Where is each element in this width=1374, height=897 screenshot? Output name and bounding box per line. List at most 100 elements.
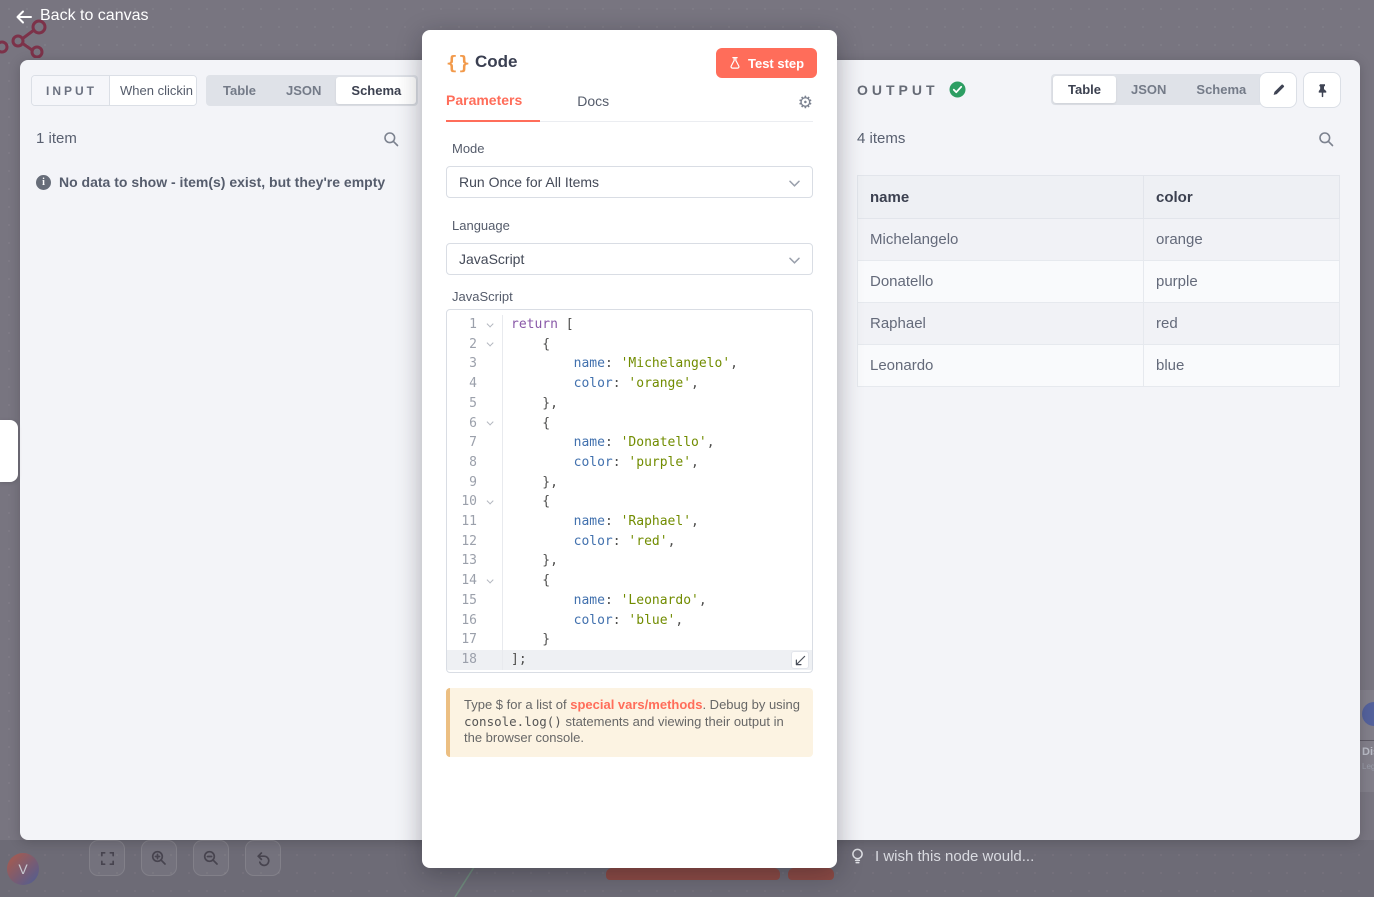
code-line-content: color: 'blue', (503, 611, 683, 631)
modal-tab-docs[interactable]: Docs (577, 92, 609, 121)
modal-tab-parameters[interactable]: Parameters (446, 92, 540, 122)
code-editor[interactable]: 1return [2 {3 name: 'Michelangelo',4 col… (446, 309, 813, 673)
code-line[interactable]: 3 name: 'Michelangelo', (447, 354, 812, 374)
edit-output-button[interactable] (1259, 72, 1297, 108)
code-line[interactable]: 2 { (447, 335, 812, 355)
code-line[interactable]: 8 color: 'purple', (447, 453, 812, 473)
test-step-button[interactable]: Test step (716, 48, 817, 78)
fold-chevron-icon (477, 630, 501, 650)
fold-chevron-icon (477, 532, 501, 552)
code-line-content: { (503, 492, 550, 512)
divider (1360, 740, 1374, 741)
success-check-icon (949, 81, 966, 98)
code-line[interactable]: 6 { (447, 414, 812, 434)
editor-resize-icon[interactable] (791, 651, 809, 669)
tab-schema[interactable]: Schema (1181, 76, 1261, 103)
code-line-content: }, (503, 473, 558, 493)
fold-chevron-icon (477, 591, 501, 611)
code-line[interactable]: 14 { (447, 571, 812, 591)
line-number: 13 (447, 551, 477, 571)
table-row[interactable]: Michelangeloorange (858, 219, 1340, 261)
table-row[interactable]: Donatellopurple (858, 261, 1340, 303)
code-line-content: }, (503, 394, 558, 414)
line-number: 4 (447, 374, 477, 394)
back-to-canvas-button[interactable] (12, 8, 36, 28)
tab-table[interactable]: Table (208, 77, 271, 104)
zoom-in-button[interactable] (141, 840, 177, 876)
code-line[interactable]: 7 name: 'Donatello', (447, 433, 812, 453)
code-line[interactable]: 9 }, (447, 473, 812, 493)
input-source-select[interactable]: INPUT When clickin (31, 75, 197, 106)
lightbulb-icon (850, 848, 865, 865)
pin-icon (1315, 82, 1330, 99)
code-line-content: { (503, 335, 550, 355)
code-line[interactable]: 12 color: 'red', (447, 532, 812, 552)
code-line[interactable]: 11 name: 'Raphael', (447, 512, 812, 532)
input-empty-message: No data to show - item(s) exist, but the… (59, 174, 385, 190)
hint-code: console.log() (464, 714, 562, 729)
code-line-content: name: 'Leonardo', (503, 591, 707, 611)
fold-chevron-icon[interactable] (477, 571, 501, 591)
line-number: 1 (447, 315, 477, 335)
line-number: 12 (447, 532, 477, 552)
fold-chevron-icon[interactable] (477, 414, 501, 434)
code-node-modal: {} Code Test step ParametersDocs ⚙ Mode … (422, 30, 837, 868)
input-source-node[interactable]: When clickin (110, 76, 196, 105)
code-line[interactable]: 16 color: 'blue', (447, 611, 812, 631)
fold-chevron-icon[interactable] (477, 315, 501, 335)
line-number: 14 (447, 571, 477, 591)
fold-chevron-icon[interactable] (477, 492, 501, 512)
hint-text: Type $ for a list of (464, 697, 570, 712)
fold-chevron-icon (477, 453, 501, 473)
pin-data-button[interactable] (1303, 72, 1341, 108)
dimmed-canvas-button (788, 868, 834, 880)
fit-view-button[interactable] (89, 840, 125, 876)
line-number: 17 (447, 630, 477, 650)
zoom-out-button[interactable] (193, 840, 229, 876)
code-line[interactable]: 1return [ (447, 315, 812, 335)
node-feedback-link[interactable]: I wish this node would... (850, 848, 1034, 865)
back-to-canvas-label[interactable]: Back to canvas (40, 7, 149, 25)
zoom-in-icon (150, 849, 168, 867)
table-row[interactable]: Raphaelred (858, 303, 1340, 345)
table-row[interactable]: Leonardoblue (858, 345, 1340, 387)
mode-value: Run Once for All Items (459, 174, 599, 190)
code-line[interactable]: 5 }, (447, 394, 812, 414)
editor-label: JavaScript (452, 289, 513, 304)
search-icon[interactable] (1318, 131, 1334, 147)
tab-json[interactable]: JSON (271, 77, 336, 104)
avatar[interactable]: V (7, 853, 39, 885)
fold-chevron-icon[interactable] (477, 335, 501, 355)
tab-json[interactable]: JSON (1116, 76, 1181, 103)
n8n-node-detail-view: Back to canvas V I wish this node would.… (0, 0, 1374, 897)
partial-canvas-node: Dis Lega (1360, 690, 1374, 792)
output-panel-header: OUTPUT (857, 81, 966, 98)
tab-schema[interactable]: Schema (336, 77, 416, 104)
line-number: 3 (447, 354, 477, 374)
code-line[interactable]: 10 { (447, 492, 812, 512)
code-line[interactable]: 15 name: 'Leonardo', (447, 591, 812, 611)
mode-select[interactable]: Run Once for All Items (446, 166, 813, 198)
special-vars-link[interactable]: special vars/methods (570, 697, 702, 712)
code-line-content: name: 'Donatello', (503, 433, 715, 453)
line-number: 7 (447, 433, 477, 453)
language-label: Language (452, 218, 510, 233)
language-select[interactable]: JavaScript (446, 243, 813, 275)
panel-drag-handle[interactable] (0, 420, 18, 482)
tab-table[interactable]: Table (1053, 76, 1116, 103)
output-table: namecolor MichelangeloorangeDonatellopur… (857, 175, 1340, 387)
node-settings-gear-icon[interactable]: ⚙ (798, 94, 813, 111)
code-line[interactable]: 18]; (447, 650, 812, 670)
code-line[interactable]: 13 }, (447, 551, 812, 571)
output-table-header-row: namecolor (858, 176, 1340, 219)
language-value: JavaScript (459, 251, 524, 267)
test-step-label: Test step (748, 56, 804, 71)
code-line[interactable]: 17 } (447, 630, 812, 650)
reset-zoom-button[interactable] (245, 840, 281, 876)
code-line[interactable]: 4 color: 'orange', (447, 374, 812, 394)
code-line-content: color: 'orange', (503, 374, 699, 394)
table-cell: Leonardo (858, 345, 1144, 387)
output-display-tabs: TableJSONSchema (1051, 74, 1263, 105)
code-line-content: { (503, 414, 550, 434)
search-icon[interactable] (383, 131, 399, 147)
